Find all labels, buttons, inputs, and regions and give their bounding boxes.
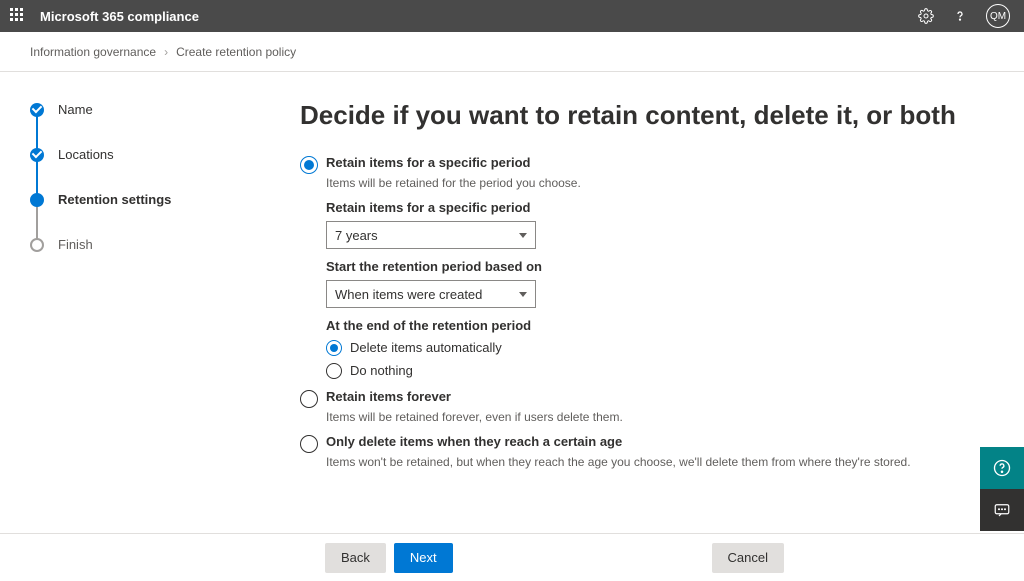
wizard-step-name[interactable]: Name — [30, 102, 300, 147]
step-complete-icon — [30, 103, 44, 117]
radio-icon — [300, 435, 318, 453]
radio-retain-forever-desc: Items will be retained forever, even if … — [326, 410, 984, 424]
radio-delete-automatically[interactable]: Delete items automatically — [326, 339, 984, 356]
wizard-step-locations[interactable]: Locations — [30, 147, 300, 192]
cancel-button[interactable]: Cancel — [712, 543, 784, 573]
radio-do-nothing[interactable]: Do nothing — [326, 362, 984, 379]
app-launcher-icon[interactable] — [10, 8, 26, 24]
page-title: Decide if you want to retain content, de… — [300, 100, 984, 131]
wizard-footer: Back Next Cancel — [0, 533, 1024, 581]
user-avatar[interactable]: QM — [986, 4, 1010, 28]
step-pending-icon — [30, 238, 44, 252]
radio-only-delete[interactable]: Only delete items when they reach a cert… — [300, 434, 984, 453]
start-period-label: Start the retention period based on — [326, 259, 984, 274]
wizard-step-retention-settings[interactable]: Retention settings — [30, 192, 300, 237]
app-title: Microsoft 365 compliance — [40, 9, 199, 24]
settings-icon[interactable] — [918, 8, 934, 24]
step-complete-icon — [30, 148, 44, 162]
radio-retain-specific-period[interactable]: Retain items for a specific period — [300, 155, 984, 174]
wizard-step-finish: Finish — [30, 237, 300, 252]
back-button[interactable]: Back — [325, 543, 386, 573]
start-period-dropdown[interactable]: When items were created — [326, 280, 536, 308]
chevron-down-icon — [519, 292, 527, 297]
retain-period-label: Retain items for a specific period — [326, 200, 984, 215]
chevron-right-icon: › — [164, 45, 168, 59]
breadcrumb-current: Create retention policy — [176, 45, 296, 59]
feedback-button[interactable] — [980, 489, 1024, 531]
breadcrumb: Information governance › Create retentio… — [0, 32, 1024, 72]
next-button[interactable]: Next — [394, 543, 453, 573]
radio-icon — [300, 390, 318, 408]
chevron-down-icon — [519, 233, 527, 238]
wizard-steps: Name Locations Retention settings Finish — [0, 72, 300, 533]
top-bar: Microsoft 365 compliance QM — [0, 0, 1024, 32]
radio-icon — [300, 156, 318, 174]
radio-icon — [326, 340, 342, 356]
help-icon[interactable] — [952, 8, 968, 24]
retain-period-dropdown[interactable]: 7 years — [326, 221, 536, 249]
step-current-icon — [30, 193, 44, 207]
main-content: Decide if you want to retain content, de… — [300, 72, 1024, 533]
radio-only-delete-desc: Items won't be retained, but when they r… — [326, 455, 984, 469]
radio-retain-specific-period-desc: Items will be retained for the period yo… — [326, 176, 984, 190]
help-panel-button[interactable] — [980, 447, 1024, 489]
breadcrumb-root[interactable]: Information governance — [30, 45, 156, 59]
end-period-label: At the end of the retention period — [326, 318, 984, 333]
radio-icon — [326, 363, 342, 379]
radio-retain-forever[interactable]: Retain items forever — [300, 389, 984, 408]
